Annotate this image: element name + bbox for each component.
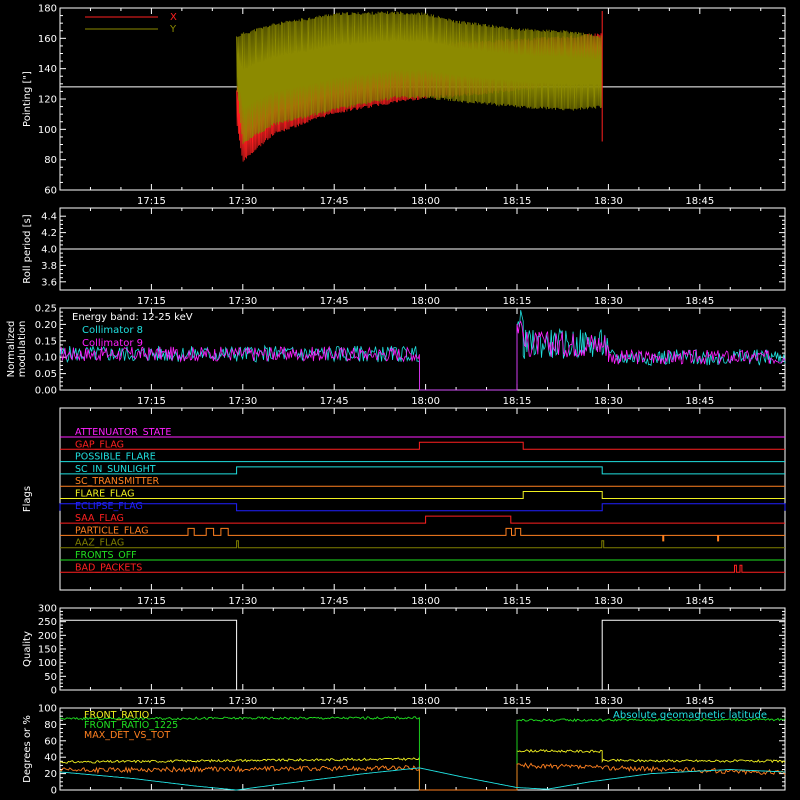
x-tick-label: 18:30	[594, 296, 623, 307]
x-tick-label: 17:30	[228, 396, 257, 407]
flag-label-sc-in-sunlight: SC_IN_SUNLIGHT	[75, 464, 156, 475]
x-tick-label: 18:30	[594, 696, 623, 707]
x-tick-label: 17:15	[137, 396, 166, 407]
flag-label-possible-flare: POSSIBLE_FLARE	[75, 452, 156, 463]
x-tick-label: 17:15	[137, 296, 166, 307]
x-tick-label: 17:15	[137, 596, 166, 607]
geomagnetic-latitude-annotation: Absolute geomagnetic latitude	[613, 710, 767, 721]
energy-band-annotation: Energy band: 12-25 keV	[72, 312, 193, 323]
x-tick-label: 17:30	[228, 196, 257, 207]
y-axis-label: Degrees or %	[22, 715, 33, 783]
y-tick-label: 0.10	[35, 353, 57, 364]
x-tick-label: 18:45	[685, 296, 714, 307]
flag-label-attenuator-state: ATTENUATOR_STATE	[75, 427, 171, 438]
x-tick-label: 17:30	[228, 596, 257, 607]
x-tick-label: 18:30	[594, 196, 623, 207]
y-tick-label: 0.15	[35, 336, 57, 347]
x-tick-label: 18:45	[685, 596, 714, 607]
x-tick-label: 18:00	[411, 596, 440, 607]
y-tick-label: 4.0	[41, 245, 57, 256]
x-tick-label: 17:45	[320, 196, 349, 207]
y-tick-label: 80	[44, 155, 57, 166]
y-tick-label: 100	[38, 125, 57, 136]
y-axis-label: Roll period [s]	[22, 214, 33, 283]
y-axis-label: Quality	[22, 631, 33, 667]
flag-label-saa-flag: SAA_FLAG	[75, 513, 124, 524]
legend-label-max-det-vs-tot: MAX_DET_VS_TOT	[84, 730, 170, 741]
y-tick-label: 0.05	[35, 369, 57, 380]
x-tick-label: 18:15	[503, 296, 532, 307]
y-axis-label-line2: modulation	[17, 321, 28, 378]
x-tick-label: 18:45	[685, 196, 714, 207]
y-tick-label: 0	[51, 686, 57, 697]
y-tick-label: 4.2	[41, 228, 57, 239]
y-tick-label: 120	[38, 95, 57, 106]
y-tick-label: 50	[44, 672, 57, 683]
y-axis-label: Pointing ["]	[22, 71, 33, 127]
x-tick-label: 17:45	[320, 396, 349, 407]
x-tick-label: 18:15	[503, 696, 532, 707]
plot-background	[0, 0, 800, 800]
x-tick-label: 18:15	[503, 396, 532, 407]
x-tick-label: 18:00	[411, 696, 440, 707]
flag-label-particle-flag: PARTICLE_FLAG	[75, 525, 148, 536]
x-tick-label: 17:45	[320, 296, 349, 307]
y-tick-label: 250	[38, 617, 57, 628]
y-tick-label: 20	[44, 769, 57, 780]
legend-label-x: X	[170, 12, 177, 23]
y-tick-label: 3.6	[41, 277, 57, 288]
x-tick-label: 18:30	[594, 396, 623, 407]
y-tick-label: 0.20	[35, 320, 57, 331]
y-tick-label: 0	[51, 786, 57, 797]
y-tick-label: 160	[38, 34, 57, 45]
y-tick-label: 80	[44, 720, 57, 731]
y-tick-label: 3.8	[41, 261, 57, 272]
x-tick-label: 18:00	[411, 296, 440, 307]
x-tick-label: 18:00	[411, 396, 440, 407]
flag-label-eclipse-flag: ECLIPSE_FLAG	[75, 501, 143, 512]
y-axis-label-line1: Normalized	[6, 321, 17, 378]
y-tick-label: 60	[44, 736, 57, 747]
y-tick-label: 300	[38, 604, 57, 615]
x-tick-label: 18:00	[411, 196, 440, 207]
x-tick-label: 17:30	[228, 296, 257, 307]
y-tick-label: 180	[38, 4, 57, 15]
y-tick-label: 0.00	[35, 386, 57, 397]
y-tick-label: 40	[44, 753, 57, 764]
y-axis-label: Flags	[22, 486, 33, 512]
flag-label-flare-flag: FLARE_FLAG	[75, 489, 135, 500]
flag-label-aaz-flag: AAZ_FLAG	[75, 538, 124, 549]
flag-label-sc-transmitter: SC_TRANSMITTER	[75, 476, 160, 487]
y-tick-label: 140	[38, 64, 57, 75]
x-tick-label: 17:30	[228, 696, 257, 707]
legend-label-y: Y	[169, 24, 177, 35]
y-tick-label: 100	[38, 704, 57, 715]
y-tick-label: 100	[38, 658, 57, 669]
y-tick-label: 60	[44, 186, 57, 197]
y-tick-label: 0.25	[35, 304, 57, 315]
rhessi-observation-summary-plot: 17:15 17:30 17:45 18:00 18:15 18:30 18:45 Point…	[0, 0, 800, 800]
x-tick-label: 18:15	[503, 596, 532, 607]
flag-label-gap-flag: GAP_FLAG	[75, 439, 124, 450]
legend-label-collimator-9: Collimator 9	[82, 338, 143, 349]
x-tick-label: 17:15	[137, 196, 166, 207]
y-tick-label: 200	[38, 631, 57, 642]
flag-label-fronts-off: FRONTS_OFF	[75, 550, 137, 561]
x-tick-label: 18:45	[685, 396, 714, 407]
x-tick-label: 17:15	[137, 696, 166, 707]
y-tick-label: 150	[38, 645, 57, 656]
y-tick-label: 4.4	[41, 212, 57, 223]
legend-label-collimator-8: Collimator 8	[82, 325, 143, 336]
x-tick-label: 18:45	[685, 696, 714, 707]
flag-label-bad-packets: BAD_PACKETS	[75, 562, 142, 573]
x-tick-label: 18:30	[594, 596, 623, 607]
x-tick-label: 17:45	[320, 696, 349, 707]
x-tick-label: 18:15	[503, 196, 532, 207]
x-tick-label: 17:45	[320, 596, 349, 607]
